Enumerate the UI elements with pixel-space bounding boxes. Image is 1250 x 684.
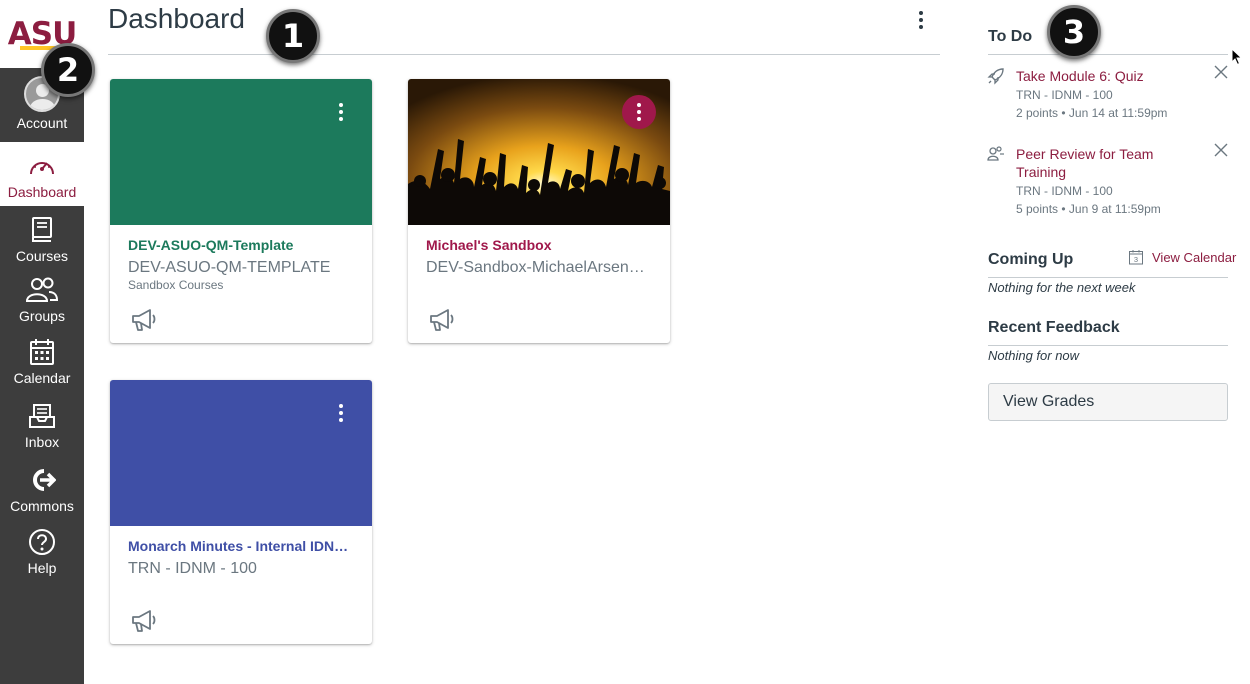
todo-item-link[interactable]: Peer Review for Team Training xyxy=(1016,145,1206,181)
course-name-link[interactable]: DEV-ASUO-QM-Template xyxy=(128,237,358,253)
nav-label: Calendar xyxy=(13,370,71,386)
course-name-link[interactable]: Michael's Sandbox xyxy=(426,237,656,253)
course-card[interactable]: DEV-ASUO-QM-Template DEV-ASUO-QM-TEMPLAT… xyxy=(110,79,372,343)
nav-label: Dashboard xyxy=(7,184,77,200)
nav-groups[interactable]: Groups xyxy=(0,272,84,324)
coming-up-heading: Coming Up xyxy=(988,251,1074,268)
courses-book-icon xyxy=(31,212,53,248)
course-card[interactable]: Monarch Minutes - Internal IDNM… TRN - I… xyxy=(110,380,372,644)
global-nav: ASU Account Dashboard Courses Groups Cal… xyxy=(0,0,84,684)
help-question-icon xyxy=(28,524,56,560)
calendar-day: 3 xyxy=(1134,255,1138,264)
nav-label: Help xyxy=(27,560,57,576)
todo-item-link[interactable]: Take Module 6: Quiz xyxy=(1016,67,1206,85)
course-code: DEV-ASUO-QM-TEMPLATE xyxy=(128,259,331,276)
view-calendar-link[interactable]: 3 View Calendar xyxy=(1128,249,1236,265)
course-code: DEV-Sandbox-MichaelArsen… xyxy=(426,259,645,276)
dashboard-gauge-icon xyxy=(28,148,56,184)
callout-marker: 1 xyxy=(266,9,320,63)
recent-feedback-heading: Recent Feedback xyxy=(988,319,1120,336)
course-name-link[interactable]: Monarch Minutes - Internal IDNM… xyxy=(128,538,358,554)
megaphone-icon[interactable] xyxy=(130,307,158,333)
todo-item-details: 5 points • Jun 9 at 11:59pm xyxy=(1016,202,1161,216)
nav-dashboard[interactable]: Dashboard xyxy=(0,142,84,206)
todo-item-details: 2 points • Jun 14 at 11:59pm xyxy=(1016,106,1168,120)
commons-arrow-icon xyxy=(28,462,56,498)
course-code: TRN - IDNM - 100 xyxy=(128,560,257,577)
card-options-button[interactable] xyxy=(324,396,358,430)
todo-item-course: TRN - IDNM - 100 xyxy=(1016,88,1113,102)
todo-item-course: TRN - IDNM - 100 xyxy=(1016,184,1113,198)
inbox-icon xyxy=(28,398,56,434)
megaphone-icon[interactable] xyxy=(428,307,456,333)
view-grades-button[interactable]: View Grades xyxy=(988,383,1228,421)
nav-label: Courses xyxy=(15,248,69,264)
view-calendar-label: View Calendar xyxy=(1152,249,1237,265)
groups-people-icon xyxy=(25,272,59,308)
header-divider xyxy=(108,54,940,55)
nav-commons[interactable]: Commons xyxy=(0,462,84,516)
dismiss-todo-close-icon[interactable] xyxy=(1213,64,1229,80)
card-options-button[interactable] xyxy=(324,95,358,129)
course-term: Sandbox Courses xyxy=(128,278,224,292)
card-options-button[interactable] xyxy=(622,95,656,129)
callout-marker: 2 xyxy=(41,43,95,97)
nav-label: Commons xyxy=(10,498,74,514)
callout-marker: 3 xyxy=(1047,5,1101,59)
coming-up-empty: Nothing for the next week xyxy=(988,280,1136,295)
coming-up-divider xyxy=(988,277,1228,278)
dashboard-options-button[interactable] xyxy=(909,6,933,34)
page-title: Dashboard xyxy=(108,3,245,34)
peer-review-icon xyxy=(987,145,1005,163)
nav-label: Groups xyxy=(19,308,65,324)
nav-calendar[interactable]: Calendar xyxy=(0,334,84,388)
nav-inbox[interactable]: Inbox xyxy=(0,398,84,452)
nav-courses[interactable]: Courses xyxy=(0,212,84,264)
todo-heading: To Do xyxy=(988,28,1033,45)
course-card-image[interactable] xyxy=(408,79,670,225)
course-card-hero[interactable] xyxy=(110,380,372,526)
nav-help[interactable]: Help xyxy=(0,524,84,578)
quiz-rocket-icon xyxy=(987,67,1005,85)
feedback-empty: Nothing for now xyxy=(988,348,1080,363)
todo-divider xyxy=(988,54,1228,55)
course-card[interactable]: Michael's Sandbox DEV-Sandbox-MichaelArs… xyxy=(408,79,670,343)
dismiss-todo-close-icon[interactable] xyxy=(1213,142,1229,158)
mouse-cursor-icon xyxy=(1231,47,1243,66)
nav-label: Inbox xyxy=(24,434,60,450)
megaphone-icon[interactable] xyxy=(130,608,158,634)
calendar-icon: 3 xyxy=(1129,250,1143,265)
course-card-hero[interactable] xyxy=(110,79,372,225)
calendar-icon xyxy=(29,334,55,370)
feedback-divider xyxy=(988,345,1228,346)
nav-label: Account xyxy=(16,115,68,131)
